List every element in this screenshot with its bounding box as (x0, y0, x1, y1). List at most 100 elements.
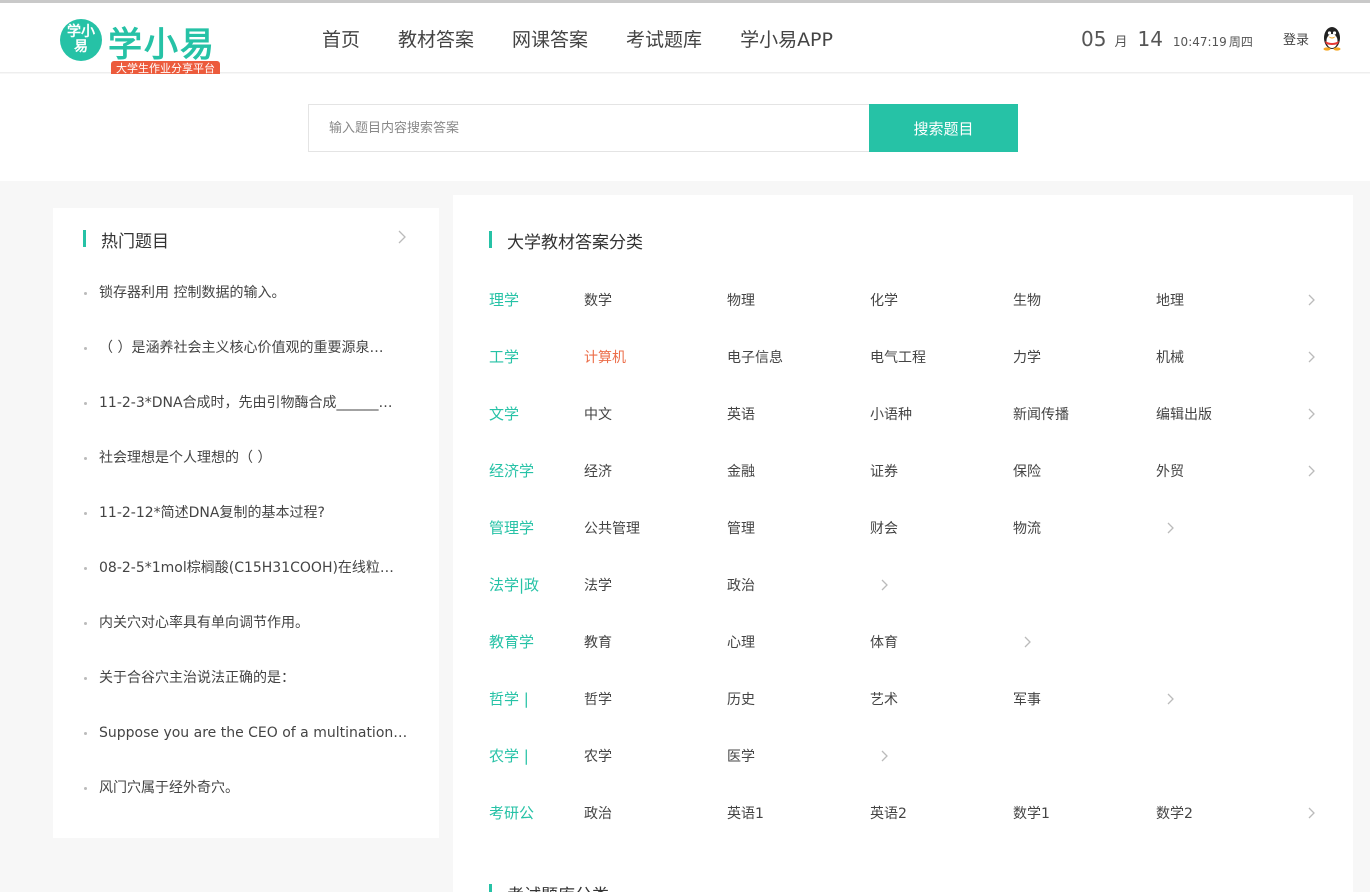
hot-questions-list: 锁存器利用 控制数据的输入。 （ ）是涵养社会主义核心价值观的重要源泉… 11-… (83, 273, 413, 823)
list-item[interactable]: 关于合谷穴主治说法正确的是： (83, 658, 413, 713)
category-subject-link[interactable]: 证券 (870, 461, 898, 481)
category-row: 文学 中文 英语 小语种 新闻传播 编辑出版 (489, 403, 1329, 427)
category-subject-link[interactable]: 物流 (1013, 518, 1041, 538)
category-subject-link[interactable]: 医学 (727, 746, 755, 766)
list-item[interactable]: 锁存器利用 控制数据的输入。 (83, 273, 413, 328)
chevron-right-icon[interactable] (1023, 634, 1033, 650)
category-subject-link[interactable]: 财会 (870, 518, 898, 538)
category-subject-link[interactable]: 电气工程 (870, 347, 926, 367)
category-subject-link[interactable]: 化学 (870, 290, 898, 310)
category-row: 工学 计算机 电子信息 电气工程 力学 机械 (489, 346, 1329, 370)
site-logo[interactable]: 学小易 学小易 大学生作业分享平台 (60, 17, 240, 77)
category-subject-link[interactable]: 生物 (1013, 290, 1041, 310)
category-subject-link[interactable]: 机械 (1156, 347, 1184, 367)
category-name[interactable]: 文学 (489, 403, 519, 424)
category-subject-link[interactable]: 物理 (727, 290, 755, 310)
search-input[interactable] (308, 104, 870, 152)
category-subject-link[interactable]: 体育 (870, 632, 898, 652)
category-subject-link[interactable]: 英语 (727, 404, 755, 424)
date-month: 05 (1081, 27, 1107, 51)
category-name[interactable]: 经济学 (489, 460, 534, 481)
list-item[interactable]: （ ）是涵养社会主义核心价值观的重要源泉… (83, 328, 413, 383)
category-name[interactable]: 考研公 (489, 802, 534, 823)
date-time-display: 05 月 14 10:47:19 周四 (1081, 27, 1253, 51)
chevron-right-icon[interactable] (1307, 805, 1317, 821)
category-subject-link[interactable]: 数学1 (1013, 803, 1050, 823)
category-subject-link[interactable]: 数学2 (1156, 803, 1193, 823)
main-nav: 首页 教材答案 网课答案 考试题库 学小易APP (322, 25, 871, 52)
category-name[interactable]: 农学 | (489, 745, 529, 766)
category-subject-link[interactable]: 中文 (584, 404, 612, 424)
chevron-right-icon[interactable] (1166, 691, 1176, 707)
category-subject-link[interactable]: 保险 (1013, 461, 1041, 481)
category-name[interactable]: 法学|政 (489, 574, 539, 595)
category-subject-link[interactable]: 计算机 (584, 347, 626, 367)
nav-exam-bank[interactable]: 考试题库 (626, 25, 702, 52)
hot-questions-panel: 热门题目 锁存器利用 控制数据的输入。 （ ）是涵养社会主义核心价值观的重要源泉… (53, 208, 439, 838)
category-subject-link[interactable]: 心理 (727, 632, 755, 652)
category-subject-link[interactable]: 金融 (727, 461, 755, 481)
category-subject-link[interactable]: 数学 (584, 290, 612, 310)
chevron-right-icon[interactable] (880, 577, 890, 593)
login-link[interactable]: 登录 (1283, 29, 1309, 48)
chevron-right-icon[interactable] (1307, 292, 1317, 308)
category-subject-link[interactable]: 英语1 (727, 803, 764, 823)
category-title: 大学教材答案分类 (489, 228, 643, 253)
logo-badge: 学小易 (60, 19, 102, 61)
clock-time: 10:47:19 (1172, 35, 1227, 49)
list-item[interactable]: Suppose you are the CEO of a multination… (83, 713, 413, 768)
category-subject-link[interactable]: 英语2 (870, 803, 907, 823)
category-subject-link[interactable]: 法学 (584, 575, 612, 595)
site-header: 学小易 学小易 大学生作业分享平台 首页 教材答案 网课答案 考试题库 学小易A… (0, 3, 1370, 77)
search-button[interactable]: 搜索题目 (869, 104, 1018, 152)
qq-penguin-icon[interactable] (1321, 25, 1343, 51)
chevron-right-icon[interactable] (1166, 520, 1176, 536)
category-subject-link[interactable]: 地理 (1156, 290, 1184, 310)
chevron-right-icon[interactable] (880, 748, 890, 764)
category-subject-link[interactable]: 外贸 (1156, 461, 1184, 481)
category-row: 管理学 公共管理 管理 财会 物流 (489, 517, 1329, 541)
category-subject-link[interactable]: 公共管理 (584, 518, 640, 538)
category-subject-link[interactable]: 电子信息 (727, 347, 783, 367)
nav-app[interactable]: 学小易APP (740, 25, 833, 52)
category-subject-link[interactable]: 哲学 (584, 689, 612, 709)
category-panel: 大学教材答案分类 理学 数学 物理 化学 生物 地理工学 计算机 电子信息 电气工程 力学 机械文学… (453, 195, 1353, 892)
search-section: 搜索题目 (0, 74, 1370, 181)
category-name[interactable]: 哲学 | (489, 688, 529, 709)
chevron-right-icon[interactable] (1307, 463, 1317, 479)
hot-questions-title: 热门题目 (83, 227, 169, 252)
category-subject-link[interactable]: 农学 (584, 746, 612, 766)
category-subject-link[interactable]: 管理 (727, 518, 755, 538)
chevron-right-icon[interactable] (1307, 349, 1317, 365)
logo-badge-text: 学小易 (67, 24, 95, 55)
category-subject-link[interactable]: 力学 (1013, 347, 1041, 367)
nav-textbook-answers[interactable]: 教材答案 (398, 25, 474, 52)
nav-online-course-answers[interactable]: 网课答案 (512, 25, 588, 52)
nav-home[interactable]: 首页 (322, 25, 360, 52)
list-item[interactable]: 11-2-12*简述DNA复制的基本过程? (83, 493, 413, 548)
chevron-right-icon[interactable] (1307, 406, 1317, 422)
category-subject-link[interactable]: 历史 (727, 689, 755, 709)
category-subject-link[interactable]: 艺术 (870, 689, 898, 709)
category-name[interactable]: 管理学 (489, 517, 534, 538)
category-name[interactable]: 工学 (489, 346, 519, 367)
category-subject-link[interactable]: 新闻传播 (1013, 404, 1069, 424)
list-item[interactable]: 风门穴属于经外奇穴。 (83, 768, 413, 823)
category-subject-link[interactable]: 小语种 (870, 404, 912, 424)
list-item[interactable]: 08-2-5*1mol棕榈酸(C15H31COOH)在线粒… (83, 548, 413, 603)
category-subject-link[interactable]: 编辑出版 (1156, 404, 1212, 424)
category-row: 法学|政 法学 政治 (489, 574, 1329, 598)
category-subject-link[interactable]: 经济 (584, 461, 612, 481)
category-subject-link[interactable]: 政治 (727, 575, 755, 595)
list-item[interactable]: 社会理想是个人理想的（ ） (83, 438, 413, 493)
category-name[interactable]: 理学 (489, 289, 519, 310)
chevron-right-icon[interactable] (395, 227, 409, 247)
category-subject-link[interactable]: 教育 (584, 632, 612, 652)
category-subject-link[interactable]: 政治 (584, 803, 612, 823)
list-item[interactable]: 内关穴对心率具有单向调节作用。 (83, 603, 413, 658)
category-row: 考研公 政治 英语1 英语2 数学1 数学2 (489, 802, 1329, 826)
list-item[interactable]: 11-2-3*DNA合成时，先由引物酶合成______… (83, 383, 413, 438)
logo-name: 学小易 (108, 25, 216, 65)
category-subject-link[interactable]: 军事 (1013, 689, 1041, 709)
category-name[interactable]: 教育学 (489, 631, 534, 652)
